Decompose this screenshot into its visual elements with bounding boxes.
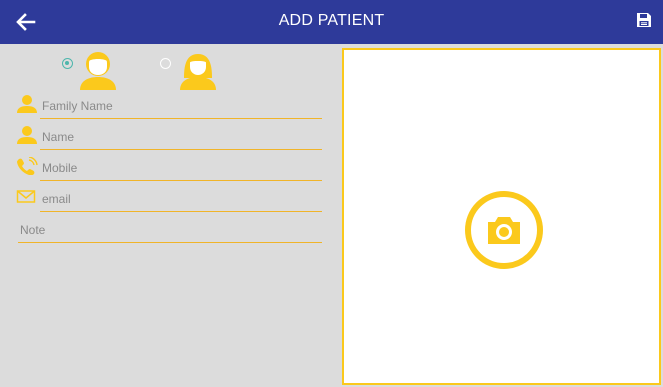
- field-underline: [40, 149, 322, 150]
- gender-option-male[interactable]: [62, 48, 124, 90]
- email-input[interactable]: email: [42, 192, 71, 206]
- gender-option-female[interactable]: [160, 48, 222, 90]
- person-icon: [17, 126, 37, 144]
- male-radio[interactable]: [62, 58, 73, 69]
- name-input[interactable]: Name: [42, 130, 74, 144]
- field-underline: [40, 118, 322, 119]
- field-underline: [40, 180, 322, 181]
- mobile-input[interactable]: Mobile: [42, 161, 77, 175]
- phone-icon: [17, 157, 38, 175]
- female-radio[interactable]: [160, 58, 171, 69]
- envelope-icon: [16, 190, 36, 203]
- family-name-input[interactable]: Family Name: [42, 99, 113, 113]
- photo-panel[interactable]: [342, 48, 661, 385]
- note-input[interactable]: Note: [20, 223, 45, 237]
- app-header: ADD PATIENT: [0, 0, 663, 44]
- save-icon[interactable]: [636, 12, 652, 28]
- patient-form-panel: Family Name Name Mobile email Note: [0, 44, 342, 387]
- mobile-field[interactable]: Mobile: [16, 157, 322, 181]
- name-field[interactable]: Name: [16, 126, 322, 150]
- note-field[interactable]: Note: [16, 219, 322, 243]
- field-underline: [40, 211, 322, 212]
- female-avatar-icon: [180, 54, 216, 90]
- family-name-field[interactable]: Family Name: [16, 95, 322, 119]
- field-underline: [18, 242, 322, 243]
- male-avatar-icon: [80, 52, 116, 90]
- person-icon: [17, 95, 37, 113]
- page-title: ADD PATIENT: [278, 12, 385, 29]
- camera-icon[interactable]: [464, 190, 544, 270]
- email-field[interactable]: email: [16, 188, 322, 212]
